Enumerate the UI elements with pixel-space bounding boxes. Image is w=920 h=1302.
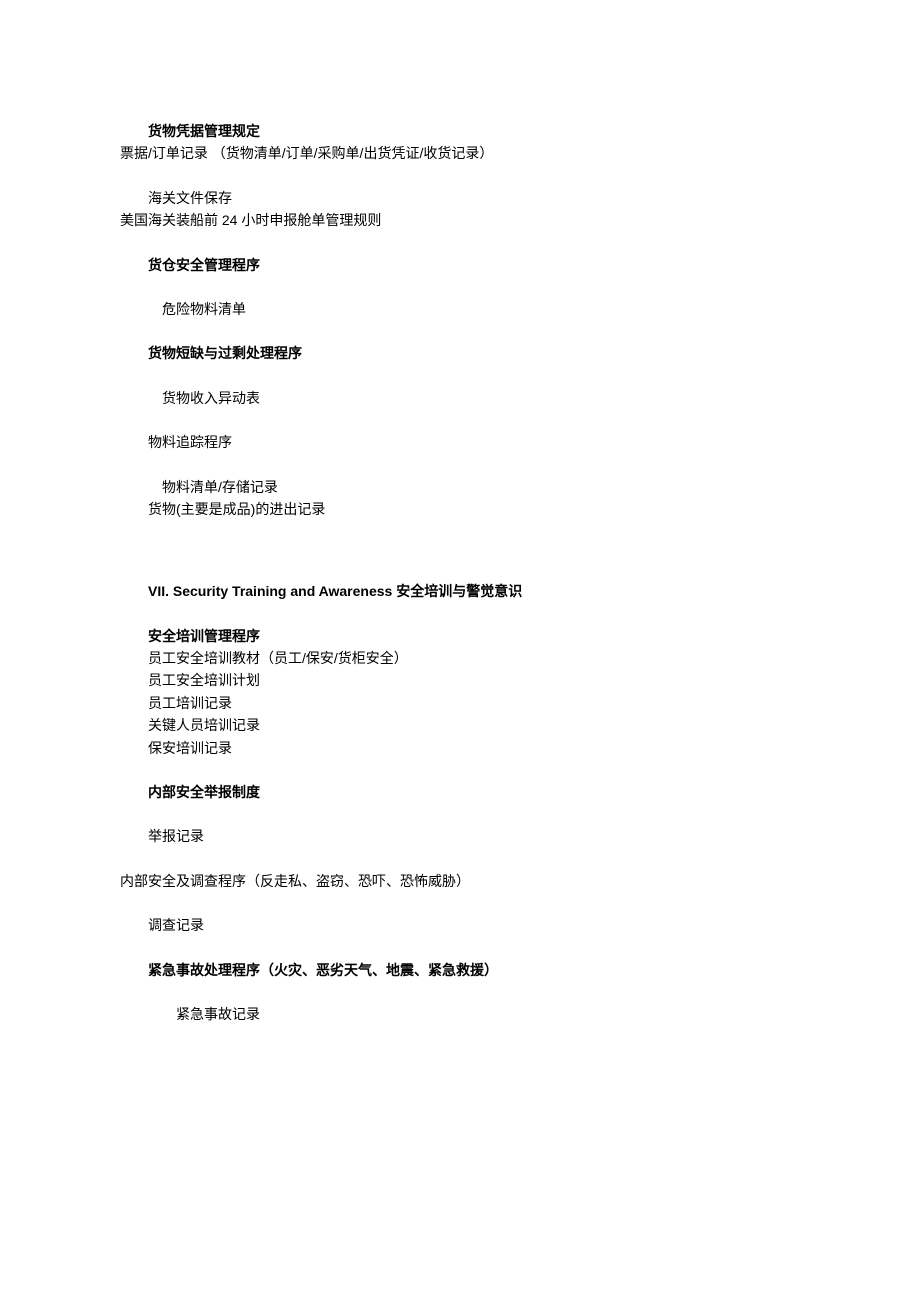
heading-emergency-procedure: 紧急事故处理程序（火灾、恶劣天气、地震、紧急救援） [148,959,800,981]
heading-section-vii: VII. Security Training and Awareness 安全培… [148,580,800,602]
text-employee-training-record: 员工培训记录 [148,692,800,714]
text-emergency-record: 紧急事故记录 [176,1003,800,1025]
text-customs-file-retention: 海关文件保存 [148,187,800,209]
text-ticket-order-records: 票据/订单记录 （货物清单/订单/采购单/出货凭证/收货记录） [120,142,800,164]
text-hazardous-materials-list: 危险物料清单 [162,298,800,320]
heading-internal-security-investigation: 内部安全及调查程序（反走私、盗窃、恐吓、恐怖威胁） [120,870,800,892]
heading-shortage-excess: 货物短缺与过剩处理程序 [148,342,800,364]
text-investigation-record: 调查记录 [148,914,800,936]
document-page: 货物凭据管理规定 票据/订单记录 （货物清单/订单/采购单/出货凭证/收货记录）… [0,0,920,1105]
text-safety-training-plan: 员工安全培训计划 [148,669,800,691]
text-cargo-income-variance: 货物收入异动表 [162,387,800,409]
heading-cargo-voucher: 货物凭据管理规定 [148,120,800,142]
text-material-list-storage: 物料清单/存储记录 [162,476,800,498]
heading-safety-training-program: 安全培训管理程序 [148,625,800,647]
text-material-tracking: 物料追踪程序 [148,431,800,453]
text-security-training-record: 保安培训记录 [148,737,800,759]
text-us-customs-24hr-rule: 美国海关装船前 24 小时申报舱单管理规则 [120,209,800,231]
heading-warehouse-safety: 货仓安全管理程序 [148,254,800,276]
text-key-personnel-training-record: 关键人员培训记录 [148,714,800,736]
heading-internal-reporting: 内部安全举报制度 [148,781,800,803]
text-cargo-in-out-records: 货物(主要是成品)的进出记录 [148,498,800,520]
text-report-record: 举报记录 [148,825,800,847]
text-safety-training-materials: 员工安全培训教材（员工/保安/货柜安全） [148,647,800,669]
